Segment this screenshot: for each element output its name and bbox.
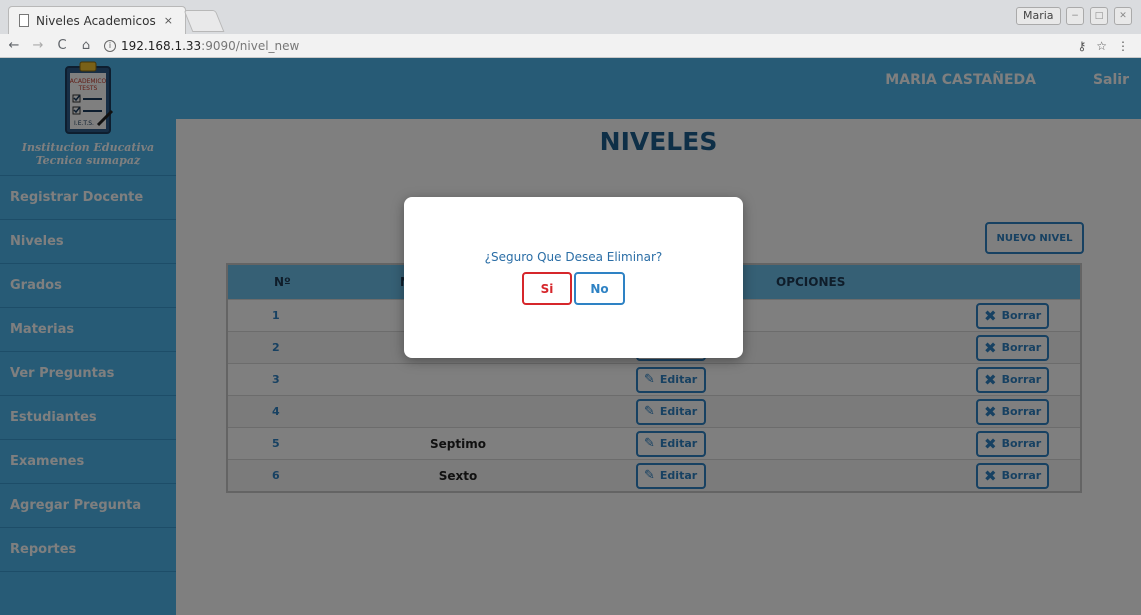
- reload-icon[interactable]: C: [52, 38, 72, 53]
- forward-icon[interactable]: →: [28, 38, 48, 53]
- key-icon[interactable]: ⚷: [1077, 39, 1086, 53]
- close-window-icon[interactable]: ✕: [1114, 7, 1132, 25]
- new-tab-button[interactable]: [183, 10, 225, 32]
- page: ACADEMICO TESTS I.E.T.S. Institucion Edu…: [0, 58, 1141, 615]
- browser-tab[interactable]: Niveles Academicos ×: [8, 6, 186, 34]
- tab-close-icon[interactable]: ×: [164, 14, 173, 27]
- confirm-no-button[interactable]: No: [574, 272, 625, 305]
- url-input[interactable]: i 192.168.1.33 :9090/nivel_new: [104, 36, 1077, 56]
- info-icon[interactable]: i: [104, 39, 116, 52]
- document-icon: [19, 14, 29, 27]
- profile-button[interactable]: Maria: [1016, 7, 1061, 25]
- confirm-yes-button[interactable]: Si: [522, 272, 572, 305]
- home-icon[interactable]: ⌂: [76, 38, 96, 53]
- back-icon[interactable]: ←: [4, 38, 24, 53]
- star-icon[interactable]: ☆: [1096, 39, 1107, 53]
- url-path: :9090/nivel_new: [201, 38, 300, 53]
- url-host: 192.168.1.33: [121, 38, 202, 53]
- confirm-delete-dialog: ¿Seguro Que Desea Eliminar? Si No: [404, 197, 743, 358]
- maximize-icon[interactable]: □: [1090, 7, 1108, 25]
- minimize-icon[interactable]: −: [1066, 7, 1084, 25]
- address-bar: ← → C ⌂ i 192.168.1.33 :9090/nivel_new ⚷…: [0, 34, 1141, 58]
- browser-tabstrip: Niveles Academicos × Maria − □ ✕: [0, 0, 1141, 34]
- tab-title: Niveles Academicos: [36, 13, 156, 28]
- confirm-question: ¿Seguro Que Desea Eliminar?: [484, 250, 663, 264]
- menu-icon[interactable]: ⋮: [1117, 39, 1129, 53]
